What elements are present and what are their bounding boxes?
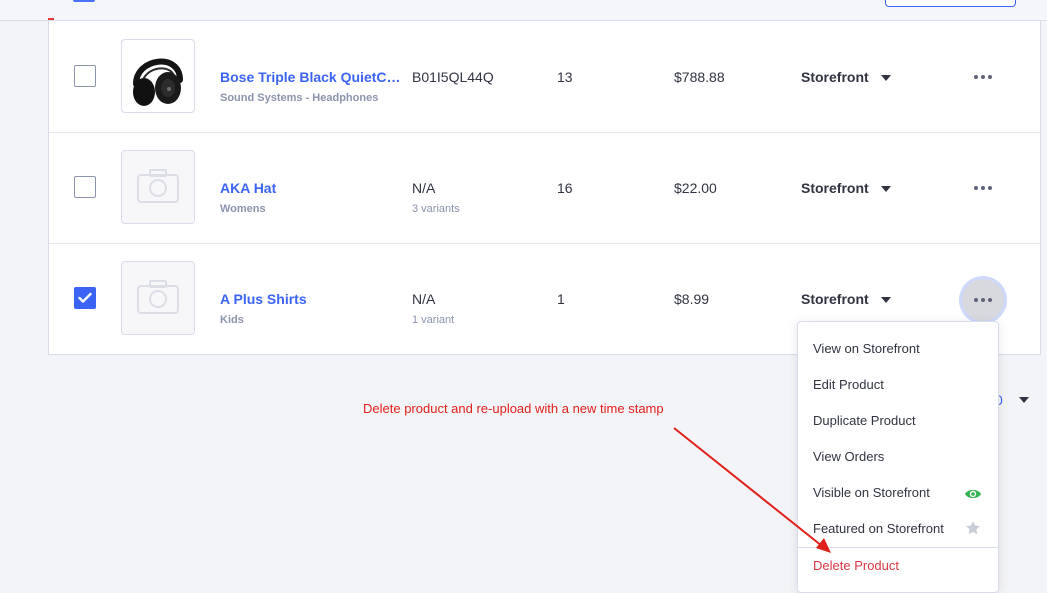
product-stock: 13: [557, 69, 573, 85]
menu-item-edit-product[interactable]: Edit Product: [798, 367, 998, 403]
menu-item-featured-on-storefront[interactable]: Featured on Storefront: [798, 511, 998, 547]
product-stock: 1: [557, 291, 565, 307]
menu-item-label: Featured on Storefront: [813, 521, 944, 536]
select-all-checkbox[interactable]: [73, 0, 95, 2]
more-horizontal-icon: [974, 186, 992, 190]
eye-icon: [965, 489, 981, 499]
product-thumbnail[interactable]: [121, 261, 195, 335]
product-sku: B01I5QL44Q: [412, 69, 494, 85]
menu-item-visible-on-storefront[interactable]: Visible on Storefront: [798, 475, 998, 511]
product-category: Kids: [220, 314, 244, 326]
row-actions-button[interactable]: [961, 166, 1005, 210]
menu-item-view-on-storefront[interactable]: View on Storefront: [798, 331, 998, 367]
menu-item-label: Edit Product: [813, 377, 884, 392]
more-horizontal-icon: [974, 298, 992, 302]
camera-placeholder-icon: [137, 280, 179, 314]
menu-item-label: View Orders: [813, 449, 885, 464]
menu-item-view-orders[interactable]: View Orders: [798, 439, 998, 475]
product-variants: 3 variants: [412, 203, 460, 215]
product-category: Womens: [220, 203, 266, 215]
row-checkbox[interactable]: [74, 176, 96, 198]
toolbar-button[interactable]: [885, 0, 1016, 7]
product-sku: N/A: [412, 291, 436, 307]
product-stock: 16: [557, 180, 573, 196]
product-name-link[interactable]: Bose Triple Black QuietComfort: [220, 69, 405, 85]
channel-select[interactable]: Storefront: [801, 291, 869, 307]
row-actions-button[interactable]: [962, 279, 1004, 321]
product-name-link[interactable]: AKA Hat: [220, 180, 405, 196]
menu-item-label: Visible on Storefront: [813, 485, 930, 500]
caret-down-icon[interactable]: [881, 186, 891, 192]
annotation-text: Delete product and re-upload with a new …: [363, 401, 664, 416]
products-table: Bose Triple Black QuietComfort Sound Sys…: [48, 21, 1041, 355]
caret-down-icon[interactable]: [881, 75, 891, 81]
product-price: $8.99: [674, 291, 710, 307]
row-checkbox[interactable]: [74, 287, 96, 309]
table-row: Bose Triple Black QuietComfort Sound Sys…: [49, 21, 1040, 133]
product-thumbnail[interactable]: [121, 39, 195, 113]
product-category: Sound Systems - Headphones: [220, 92, 379, 104]
menu-item-label: Delete Product: [813, 558, 899, 573]
menu-item-duplicate-product[interactable]: Duplicate Product: [798, 403, 998, 439]
product-price: $788.88: [674, 69, 725, 85]
menu-item-label: Duplicate Product: [813, 413, 916, 428]
row-checkbox[interactable]: [74, 65, 96, 87]
caret-down-icon[interactable]: [1019, 397, 1029, 403]
row-actions-button[interactable]: [961, 55, 1005, 99]
annotation-mark: [48, 18, 54, 20]
headphones-image: [133, 58, 183, 106]
caret-down-icon[interactable]: [881, 297, 891, 303]
table-row: AKA Hat Womens N/A 3 variants 16 $22.00 …: [49, 132, 1040, 244]
bulk-actions-bar: [0, 0, 1047, 21]
product-sku: N/A: [412, 180, 436, 196]
more-horizontal-icon: [974, 75, 992, 79]
checkmark-icon: [78, 292, 92, 303]
star-icon: [966, 521, 980, 535]
product-thumbnail[interactable]: [121, 150, 195, 224]
product-variants: 1 variant: [412, 314, 455, 326]
product-price: $22.00: [674, 180, 717, 196]
menu-item-label: View on Storefront: [813, 341, 920, 356]
camera-placeholder-icon: [137, 169, 179, 203]
row-actions-menu: View on Storefront Edit Product Duplicat…: [797, 321, 999, 593]
channel-select[interactable]: Storefront: [801, 180, 869, 196]
product-name-link[interactable]: A Plus Shirts: [220, 291, 405, 307]
channel-select[interactable]: Storefront: [801, 69, 869, 85]
